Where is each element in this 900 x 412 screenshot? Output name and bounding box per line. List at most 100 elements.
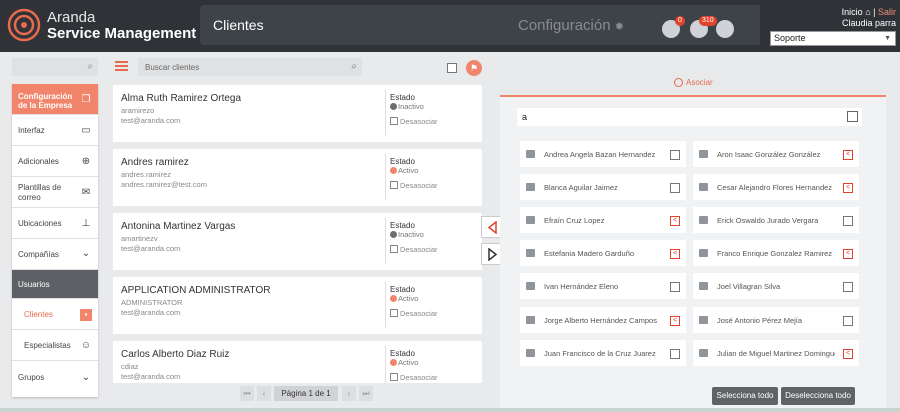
sidebar-item-plantillas[interactable]: Plantillas de correo ✉	[12, 177, 98, 208]
linked-checkbox[interactable]: <	[670, 249, 680, 259]
home-icon[interactable]: ⌂	[865, 7, 870, 17]
client-username: amartinezv	[121, 234, 158, 243]
tab-asociar[interactable]: Asociar	[500, 68, 886, 97]
person-item[interactable]: José Antonio Pérez Mejía	[693, 307, 859, 333]
contact-card-icon: ▪	[80, 309, 92, 321]
person-item[interactable]: Blanca Aguilar Jaimez	[520, 174, 686, 200]
sidebar-search-input[interactable]: ⌕	[12, 58, 98, 76]
person-item[interactable]: Julian de Miguel Martinez Dominguez <	[693, 340, 859, 366]
divider	[385, 90, 386, 136]
person-name: Efraín Cruz Lopez	[544, 216, 605, 225]
sidebar-item-label: Configuración de la Empresa	[18, 92, 73, 110]
desasociar-checkbox[interactable]: Desasociar	[390, 245, 438, 254]
checkbox[interactable]	[670, 349, 680, 359]
linked-checkbox[interactable]: <	[670, 216, 680, 226]
person-name: Juan Francisco de la Cruz Juarez	[544, 349, 656, 358]
person-item[interactable]: Ivan Hernández Eleno	[520, 273, 686, 299]
deselect-all-button[interactable]: Deselecciona todo	[781, 387, 855, 405]
filter-icon[interactable]: ⚑	[466, 60, 482, 76]
checkbox[interactable]	[670, 150, 680, 160]
status-text: Activo	[398, 166, 419, 175]
checkbox[interactable]	[670, 183, 680, 193]
last-page-button[interactable]: ⏭	[359, 386, 373, 401]
person-item[interactable]: Erick Oswaldo Jurado Vergara	[693, 207, 859, 233]
contact-card-icon	[699, 282, 708, 290]
desasociar-checkbox[interactable]: Desasociar	[390, 181, 438, 190]
search-icon[interactable]: ⌕	[87, 61, 93, 72]
person-item[interactable]: Joel Villagran Silva	[693, 273, 859, 299]
associate-search-input[interactable]: a	[517, 108, 862, 126]
sidebar-item-usuarios[interactable]: Usuarios	[12, 270, 98, 299]
section-title: Configuración ✹	[518, 17, 624, 34]
desasociar-checkbox[interactable]: Desasociar	[390, 373, 438, 382]
person-item[interactable]: Aron Isaac González González <	[693, 141, 859, 167]
checkbox[interactable]	[843, 216, 853, 226]
person-item[interactable]: Jorge Alberto Hernández Campos <	[520, 307, 686, 333]
sidebar-item-ubicaciones[interactable]: Ubicaciones ⊥	[12, 208, 98, 239]
client-name: Carlos Alberto Diaz Ruiz	[121, 349, 230, 360]
person-name: Jorge Alberto Hernández Campos	[544, 316, 657, 325]
person-name: Ivan Hernández Eleno	[544, 282, 619, 291]
search-icon[interactable]: ⌕	[351, 61, 357, 72]
menu-icon[interactable]	[115, 61, 128, 71]
prev-page-button[interactable]: ‹	[257, 386, 271, 401]
select-all-checkbox[interactable]	[447, 63, 457, 73]
checkbox[interactable]	[843, 316, 853, 326]
client-card[interactable]: Andres ramirez andres.ramirez andres.ram…	[113, 149, 482, 206]
checkbox[interactable]	[670, 282, 680, 292]
tools-icon[interactable]	[716, 20, 734, 38]
client-username: aramirezo	[121, 106, 155, 115]
client-card[interactable]: Carlos Alberto Diaz Ruiz cdiaz test@aran…	[113, 341, 482, 383]
desasociar-checkbox[interactable]: Desasociar	[390, 117, 438, 126]
person-item[interactable]: Franco Enrique Gonzalez Ramirez <	[693, 240, 859, 266]
client-card[interactable]: Alma Ruth Ramirez Ortega aramirezo test@…	[113, 85, 482, 142]
contact-card-icon	[699, 216, 708, 224]
desasociar-checkbox[interactable]: Desasociar	[390, 309, 438, 318]
sidebar-item-grupos[interactable]: Grupos ⌄	[12, 361, 98, 397]
status-dot-icon	[390, 359, 397, 366]
client-name: Alma Ruth Ramirez Ortega	[121, 93, 242, 104]
dropdown-arrow-icon: ▼	[884, 35, 891, 42]
person-item[interactable]: Efraín Cruz Lopez <	[520, 207, 686, 233]
person-item[interactable]: Cesar Alejandro Flores Hernandez <	[693, 174, 859, 200]
linked-checkbox[interactable]: <	[670, 316, 680, 326]
page-indicator: Página 1 de 1	[274, 386, 338, 401]
sidebar-item-companias[interactable]: Compañías ⌄	[12, 239, 98, 270]
client-card[interactable]: Antonina Martinez Vargas amartinezv test…	[113, 213, 482, 270]
linked-checkbox[interactable]: <	[843, 349, 853, 359]
sidebar-item-configuracion[interactable]: Configuración de la Empresa ❐	[12, 84, 98, 115]
person-item[interactable]: Estefania Madero Garduño <	[520, 240, 686, 266]
contact-card-icon	[526, 349, 535, 357]
sidebar-item-especialistas[interactable]: Especialistas ☺	[12, 330, 98, 361]
select-all-button[interactable]: Selecciona todo	[712, 387, 778, 405]
brand-line1: Aranda	[47, 9, 96, 26]
inicio-link[interactable]: Inicio	[842, 7, 863, 17]
client-email: test@aranda.com	[121, 372, 181, 381]
status-badge: Activo	[390, 166, 418, 175]
status-badge: Inactivo	[390, 230, 424, 239]
sidebar-item-interfaz[interactable]: Interfaz ▭	[12, 115, 98, 146]
status-badge: Activo	[390, 358, 418, 367]
person-item[interactable]: Juan Francisco de la Cruz Juarez	[520, 340, 686, 366]
client-card[interactable]: APPLICATION ADMINISTRATOR ADMINISTRATOR …	[113, 277, 482, 334]
first-page-button[interactable]: ⏮	[240, 386, 254, 401]
page-title: Clientes	[213, 17, 264, 33]
title-bar: Clientes Configuración ✹ 0 310	[200, 5, 760, 45]
person-item[interactable]: Andrea Angela Bazan Hernandez	[520, 141, 686, 167]
import-icon[interactable]	[847, 111, 858, 122]
contact-card-icon	[526, 316, 535, 324]
linked-checkbox[interactable]: <	[843, 249, 853, 259]
linked-checkbox[interactable]: <	[843, 150, 853, 160]
client-search-input[interactable]: Buscar clientes ⌕	[138, 58, 362, 76]
divider	[385, 282, 386, 328]
person-name: Cesar Alejandro Flores Hernandez	[717, 183, 833, 192]
checkbox-icon	[390, 245, 398, 253]
linked-checkbox[interactable]: <	[843, 183, 853, 193]
checkbox[interactable]	[843, 282, 853, 292]
next-page-button[interactable]: ›	[342, 386, 356, 401]
salir-link[interactable]: Salir	[878, 7, 896, 17]
sidebar-item-adicionales[interactable]: Adicionales ⊕	[12, 146, 98, 177]
role-select[interactable]: Soporte ▼	[770, 31, 896, 46]
sidebar-item-clientes[interactable]: Clientes ▪	[12, 299, 98, 330]
status-dot-icon	[390, 295, 397, 302]
